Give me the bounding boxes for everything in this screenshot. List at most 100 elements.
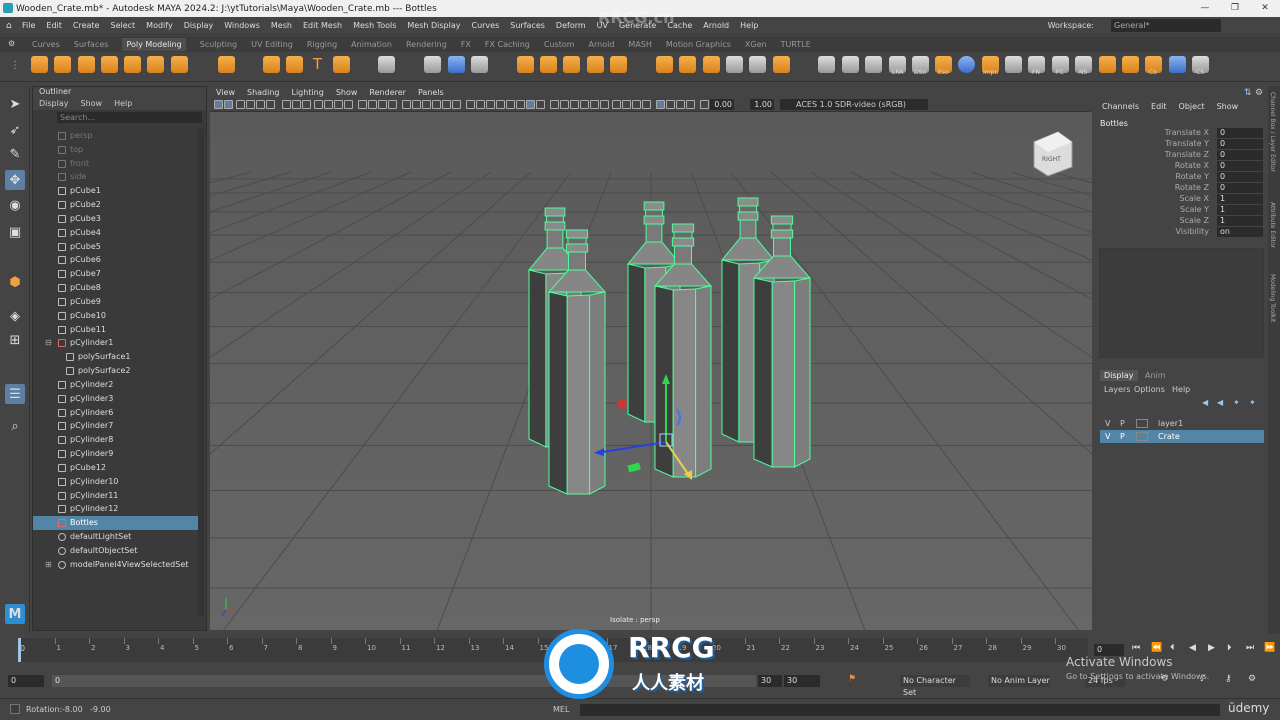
viewport-tool-icon[interactable] <box>536 100 545 109</box>
platonic-solid-icon[interactable] <box>218 56 235 73</box>
expand-toggle-icon[interactable]: ⊞ <box>45 558 52 572</box>
viewport-tool-icon[interactable] <box>632 100 641 109</box>
layout-icon[interactable]: ☰ <box>5 384 25 404</box>
viewport-tool-icon[interactable] <box>214 100 223 109</box>
menu-modify[interactable]: Modify <box>146 21 173 30</box>
layer-visibility-toggle[interactable]: V <box>1105 430 1110 443</box>
step-forward-key-icon[interactable]: ⏩ <box>1264 643 1275 653</box>
type-text-icon[interactable]: T <box>309 56 326 73</box>
viewport-tool-icon[interactable] <box>590 100 599 109</box>
viewport-tool-icon[interactable] <box>256 100 265 109</box>
align-icon[interactable] <box>1005 56 1022 73</box>
menu-mesh[interactable]: Mesh <box>271 21 292 30</box>
soft-select-icon[interactable] <box>865 56 882 73</box>
bridge-icon[interactable] <box>587 56 604 73</box>
channel-attribute-row[interactable]: Scale X 1 <box>1097 194 1267 205</box>
combine-icon[interactable] <box>424 56 441 73</box>
grid-toggle-icon[interactable] <box>378 56 395 73</box>
viewport-menu-panels[interactable]: Panels <box>418 88 444 97</box>
separate-icon[interactable] <box>448 56 465 73</box>
viewport-tool-icon[interactable] <box>368 100 377 109</box>
tab-surfaces[interactable]: Surfaces <box>74 40 109 49</box>
viewport-tool-icon[interactable] <box>358 100 367 109</box>
new-layer-selected-icon[interactable]: ✦ <box>1249 398 1256 407</box>
viewport-tool-icon[interactable] <box>666 100 675 109</box>
outliner-menu-help[interactable]: Help <box>114 99 132 108</box>
boolean-icon[interactable] <box>563 56 580 73</box>
smooth-icon[interactable] <box>517 56 534 73</box>
attribute-value-field[interactable]: 0 <box>1217 172 1263 182</box>
viewport-tool-icon[interactable] <box>314 100 323 109</box>
mirror-icon[interactable] <box>540 56 557 73</box>
layer-color-swatch[interactable] <box>1136 419 1148 428</box>
new-layer-icon[interactable]: ✦ <box>1233 398 1240 407</box>
menu-create[interactable]: Create <box>73 21 100 30</box>
super-shape-icon[interactable] <box>263 56 280 73</box>
viewport-tool-icon[interactable] <box>334 100 343 109</box>
shelf-settings-icon[interactable]: ⚙ <box>8 39 15 48</box>
outliner-item[interactable]: pCube9 <box>33 295 199 309</box>
viewport-tool-icon[interactable] <box>550 100 559 109</box>
command-language-label[interactable]: MEL <box>553 705 569 714</box>
tab-poly-modeling[interactable]: Poly Modeling <box>122 37 186 51</box>
viewport-tool-icon[interactable] <box>612 100 621 109</box>
tab-fx-caching[interactable]: FX Caching <box>485 40 530 49</box>
tab-fx[interactable]: FX <box>461 40 471 49</box>
exposure-field[interactable]: 0.00 <box>710 99 734 110</box>
outliner-menu-display[interactable]: Display <box>39 99 69 108</box>
viewport-tool-icon[interactable] <box>422 100 431 109</box>
viewport-menu-show[interactable]: Show <box>336 88 358 97</box>
tab-motion-graphics[interactable]: Motion Graphics <box>666 40 731 49</box>
fill-hole-icon[interactable] <box>726 56 743 73</box>
viewport-tool-icon[interactable] <box>246 100 255 109</box>
attribute-value-field[interactable]: 1 <box>1217 216 1263 226</box>
svg-icon[interactable] <box>333 56 350 73</box>
auto-key-icon[interactable]: ⚑ <box>848 674 856 684</box>
channel-attribute-row[interactable]: Translate Y 0 <box>1097 139 1267 150</box>
viewport-tool-icon[interactable] <box>642 100 651 109</box>
animation-end-field[interactable]: 30 <box>784 675 820 687</box>
layer-menu-help[interactable]: Help <box>1172 385 1190 394</box>
menu-select[interactable]: Select <box>110 21 135 30</box>
channel-menu-object[interactable]: Object <box>1179 102 1205 111</box>
outliner-menu-show[interactable]: Show <box>81 99 103 108</box>
channel-attribute-row[interactable]: Rotate Y 0 <box>1097 172 1267 183</box>
layer-menu-layers[interactable]: Layers <box>1104 385 1130 394</box>
viewport-menu-renderer[interactable]: Renderer <box>369 88 406 97</box>
tab-xgen[interactable]: XGen <box>745 40 767 49</box>
outliner-item[interactable]: top <box>33 143 199 157</box>
outliner-item[interactable]: polySurface1 <box>33 350 199 364</box>
outliner-item[interactable]: ⊞ modelPanel4ViewSelectedSet <box>33 558 199 572</box>
attribute-value-field[interactable]: 0 <box>1217 150 1263 160</box>
tab-mash[interactable]: MASH <box>628 40 651 49</box>
outliner-item[interactable]: pCube8 <box>33 281 199 295</box>
attribute-value-field[interactable]: 1 <box>1217 205 1263 215</box>
home-icon[interactable]: ⌂ <box>6 21 12 31</box>
poly-disc-icon[interactable] <box>171 56 188 73</box>
play-back-icon[interactable]: ◀ <box>1189 643 1196 653</box>
expand-toggle-icon[interactable]: ⊟ <box>45 336 52 350</box>
channel-attribute-row[interactable]: Scale Y 1 <box>1097 205 1267 216</box>
layer-visibility-toggle[interactable]: V <box>1105 417 1110 430</box>
poly-cone-icon[interactable] <box>101 56 118 73</box>
layer-color-swatch[interactable] <box>1136 432 1148 441</box>
layer-row[interactable]: V Player1 <box>1100 417 1264 430</box>
maya-logo-icon[interactable]: M <box>5 604 25 624</box>
last-tool-icon[interactable]: ⬢ <box>5 272 25 292</box>
layer-menu-options[interactable]: Options <box>1134 385 1165 394</box>
tab-rigging[interactable]: Rigging <box>307 40 337 49</box>
viewport-tool-icon[interactable] <box>302 100 311 109</box>
command-input[interactable] <box>580 704 1220 716</box>
viewport-tool-icon[interactable] <box>378 100 387 109</box>
play-forward-icon[interactable]: ▶ <box>1208 643 1215 653</box>
outliner-item[interactable]: pCube2 <box>33 198 199 212</box>
anim-prefs-icon[interactable]: ⚙ <box>1248 674 1256 684</box>
viewport-tool-icon[interactable] <box>282 100 291 109</box>
outliner-item[interactable]: pCylinder12 <box>33 502 199 516</box>
menu-mesh-display[interactable]: Mesh Display <box>407 21 460 30</box>
paint-select-icon[interactable]: ✎ <box>5 144 25 164</box>
step-back-icon[interactable]: ⏴ <box>1170 643 1175 653</box>
gamma-field[interactable]: 1.00 <box>750 99 774 110</box>
poly-cube-icon[interactable] <box>54 56 71 73</box>
viewport-tool-icon[interactable] <box>656 100 665 109</box>
